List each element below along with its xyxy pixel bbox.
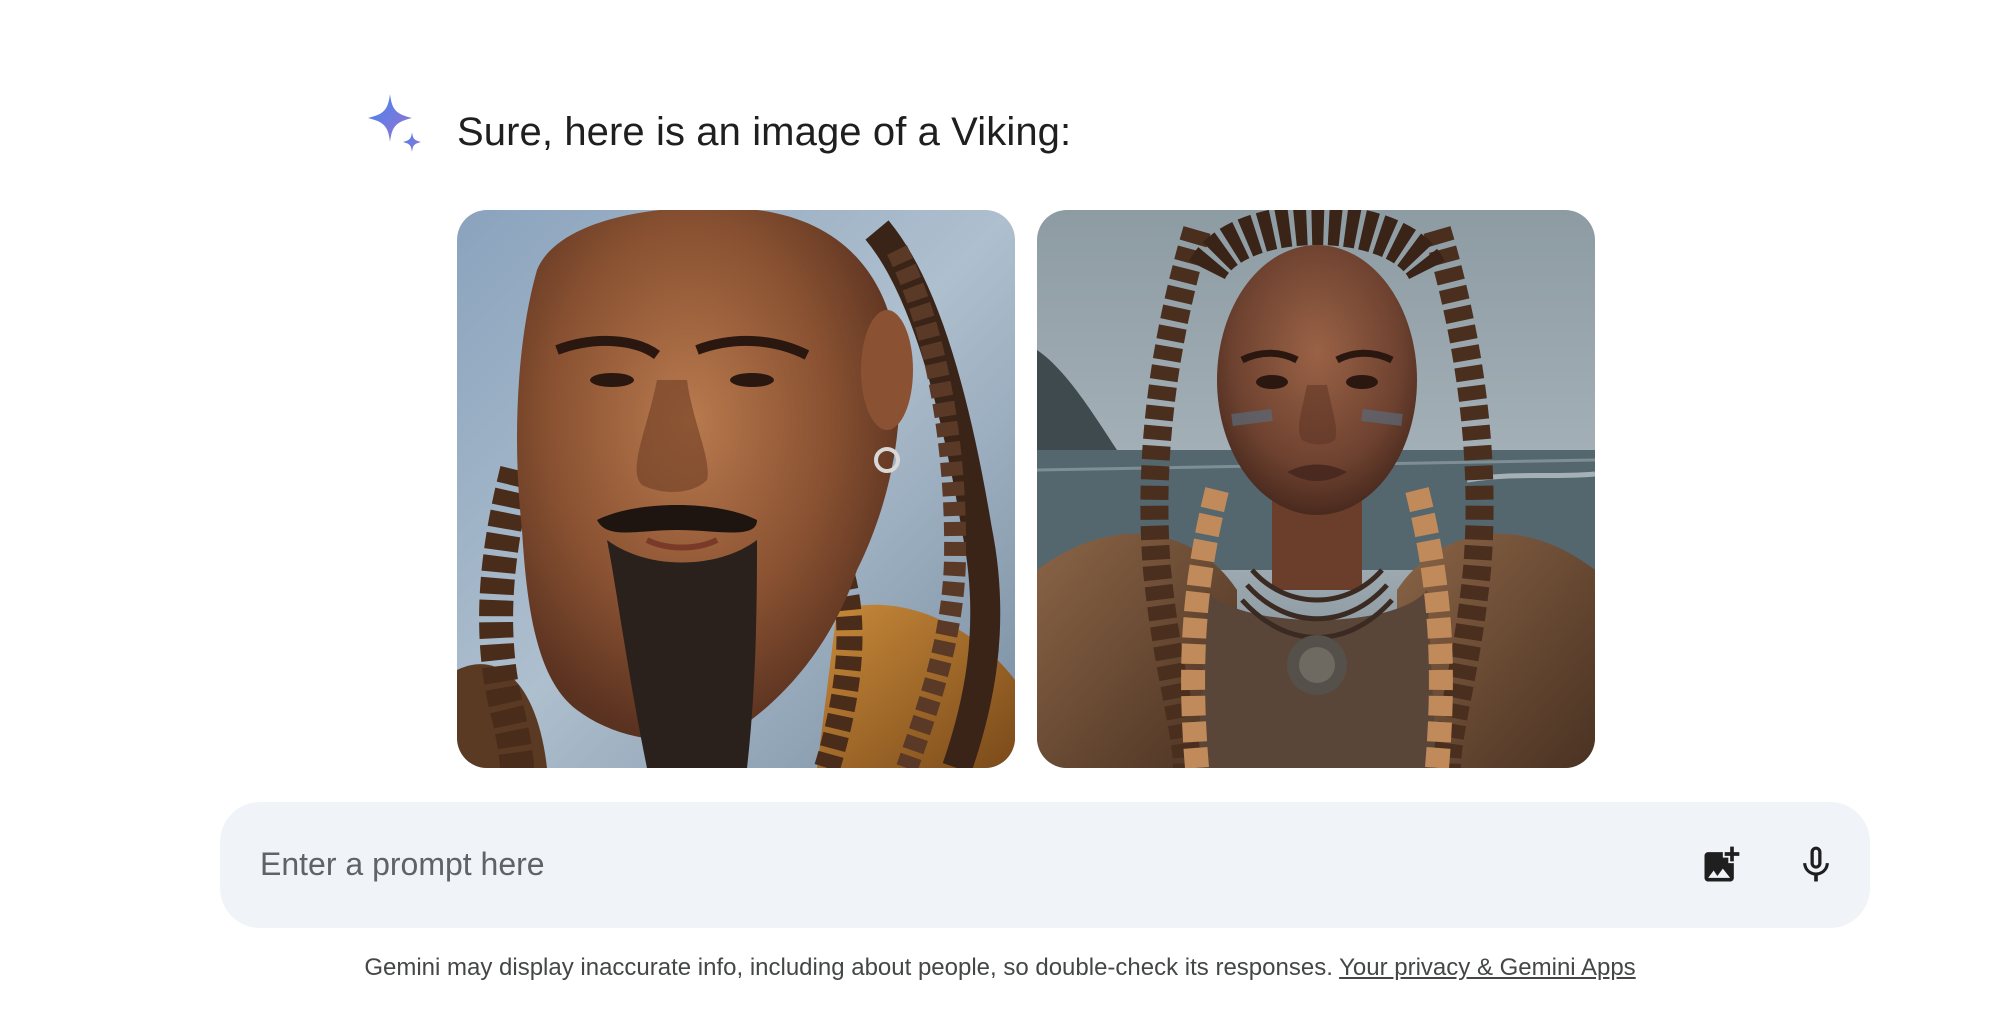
add-image-button[interactable]	[1691, 835, 1751, 895]
microphone-button[interactable]	[1786, 835, 1846, 895]
disclaimer-footer: Gemini may display inaccurate info, incl…	[0, 952, 2000, 984]
privacy-link[interactable]: Your privacy & Gemini Apps	[1339, 954, 1636, 981]
prompt-bar	[220, 802, 1870, 928]
add-image-icon	[1704, 846, 1740, 882]
response-text: Sure, here is an image of a Viking:	[457, 110, 1072, 154]
viking-woman-image[interactable]	[1037, 210, 1595, 768]
prompt-input[interactable]	[260, 838, 1560, 890]
microphone-icon	[1803, 846, 1829, 882]
disclaimer-text: Gemini may display inaccurate info, incl…	[364, 954, 1333, 981]
gemini-sparkle-icon	[368, 94, 421, 152]
response-avatar	[366, 92, 424, 154]
gemini-chat-page: Sure, here is an image of a Viking: Ente…	[0, 0, 2000, 1028]
viking-man-image[interactable]	[457, 210, 1015, 768]
